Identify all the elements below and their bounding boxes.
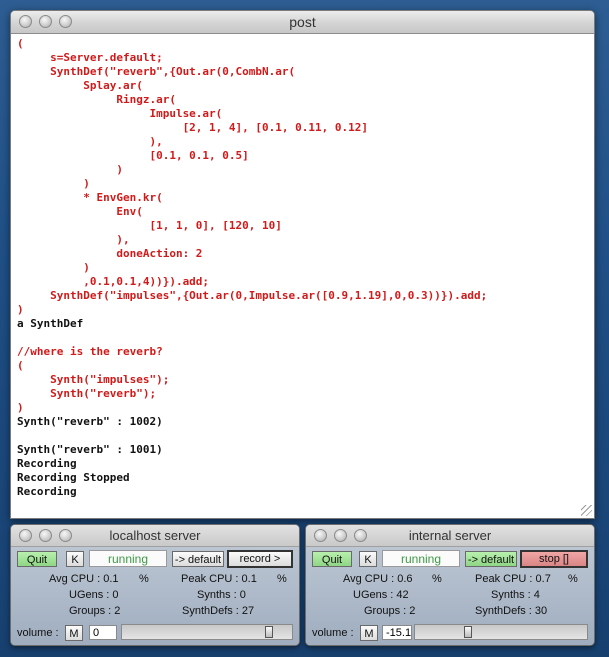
window-title: localhost server	[109, 528, 201, 543]
post-line: )	[17, 177, 90, 190]
synthdefs-count: SynthDefs : 30	[475, 605, 548, 617]
post-titlebar[interactable]: post	[11, 11, 594, 34]
post-line: Synth("reverb" : 1002)	[17, 415, 163, 428]
post-line: Impulse.ar(	[17, 107, 223, 120]
groups-count: Groups : 2	[364, 605, 416, 617]
post-line: (	[17, 359, 24, 372]
post-line: Synth("reverb" : 1001)	[17, 443, 163, 456]
localhost-titlebar[interactable]: localhost server	[11, 525, 299, 547]
avg-cpu-unit: %	[139, 573, 149, 585]
post-line: //where is the reverb?	[17, 345, 163, 358]
volume-slider-thumb[interactable]	[464, 626, 472, 638]
post-line: * EnvGen.kr(	[17, 191, 163, 204]
synths-count: Synths : 0	[197, 589, 246, 601]
volume-label: volume :	[17, 627, 59, 639]
post-line: a SynthDef	[17, 317, 84, 330]
post-text-area[interactable]: ( s=Server.default; SynthDef("reverb",{O…	[11, 34, 594, 518]
post-line: Recording	[17, 485, 77, 498]
post-line: )	[17, 401, 24, 414]
internal-titlebar[interactable]: internal server	[306, 525, 594, 547]
groups-count: Groups : 2	[69, 605, 121, 617]
post-line: Ringz.ar(	[17, 93, 176, 106]
quit-button[interactable]: Quit	[312, 551, 352, 567]
kill-button[interactable]: K	[359, 551, 377, 567]
peak-cpu-unit: %	[568, 573, 578, 585]
avg-cpu: Avg CPU : 0.6	[343, 573, 413, 585]
post-line	[17, 429, 588, 443]
post-line: SynthDef("impulses",{Out.ar(0,Impulse.ar…	[17, 289, 488, 302]
synths-count: Synths : 4	[491, 589, 540, 601]
post-line: )	[17, 303, 24, 316]
post-line: Env(	[17, 205, 143, 218]
quit-button[interactable]: Quit	[17, 551, 57, 567]
record-button[interactable]: record >	[227, 550, 293, 568]
post-line: ),	[17, 135, 163, 148]
ugens-count: UGens : 42	[353, 589, 409, 601]
volume-slider[interactable]	[121, 624, 293, 640]
post-line: SynthDef("reverb",{Out.ar(0,CombN.ar(	[17, 65, 296, 78]
localhost-server-window: localhost server Quit K running -> defau…	[10, 524, 300, 646]
peak-cpu: Peak CPU : 0.1	[181, 573, 257, 585]
kill-button[interactable]: K	[66, 551, 84, 567]
avg-cpu: Avg CPU : 0.1	[49, 573, 119, 585]
post-line: ,0.1,0.1,4))}).add;	[17, 275, 210, 288]
volume-slider-thumb[interactable]	[265, 626, 273, 638]
mute-button[interactable]: M	[360, 625, 378, 641]
post-line: doneAction: 2	[17, 247, 203, 260]
post-line: )	[17, 163, 123, 176]
default-button[interactable]: -> default	[465, 551, 517, 567]
internal-panel: Quit K running -> default stop [] Avg CP…	[306, 547, 594, 645]
post-line: Synth("reverb");	[17, 387, 157, 400]
default-button[interactable]: -> default	[172, 551, 224, 567]
mute-button[interactable]: M	[65, 625, 83, 641]
synthdefs-count: SynthDefs : 27	[182, 605, 255, 617]
post-line: ),	[17, 233, 130, 246]
volume-label: volume :	[312, 627, 354, 639]
post-line: Synth("impulses");	[17, 373, 170, 386]
window-title: post	[289, 14, 316, 30]
post-window: post ( s=Server.default; SynthDef("rever…	[10, 10, 595, 519]
peak-cpu: Peak CPU : 0.7	[475, 573, 551, 585]
peak-cpu-unit: %	[277, 573, 287, 585]
post-line: Recording Stopped	[17, 471, 130, 484]
post-line: [0.1, 0.1, 0.5]	[17, 149, 249, 162]
server-status: running	[382, 550, 460, 567]
volume-slider[interactable]	[414, 624, 588, 640]
post-line: s=Server.default;	[17, 51, 163, 64]
post-line: [2, 1, 4], [0.1, 0.11, 0.12]	[17, 121, 368, 134]
avg-cpu-unit: %	[432, 573, 442, 585]
post-line: Recording	[17, 457, 77, 470]
post-line: (	[17, 37, 24, 50]
post-line	[17, 331, 588, 345]
post-line: Splay.ar(	[17, 79, 143, 92]
stop-recording-button[interactable]: stop []	[520, 550, 588, 568]
volume-field[interactable]: -15.1	[382, 625, 412, 640]
resize-grip-icon[interactable]	[581, 505, 592, 516]
volume-field[interactable]: 0	[89, 625, 117, 640]
post-line: [1, 1, 0], [120, 10]	[17, 219, 282, 232]
ugens-count: UGens : 0	[69, 589, 119, 601]
server-status: running	[89, 550, 167, 567]
window-title: internal server	[408, 528, 492, 543]
localhost-panel: Quit K running -> default record > Avg C…	[11, 547, 299, 645]
post-line: )	[17, 261, 90, 274]
internal-server-window: internal server Quit K running -> defaul…	[305, 524, 595, 646]
